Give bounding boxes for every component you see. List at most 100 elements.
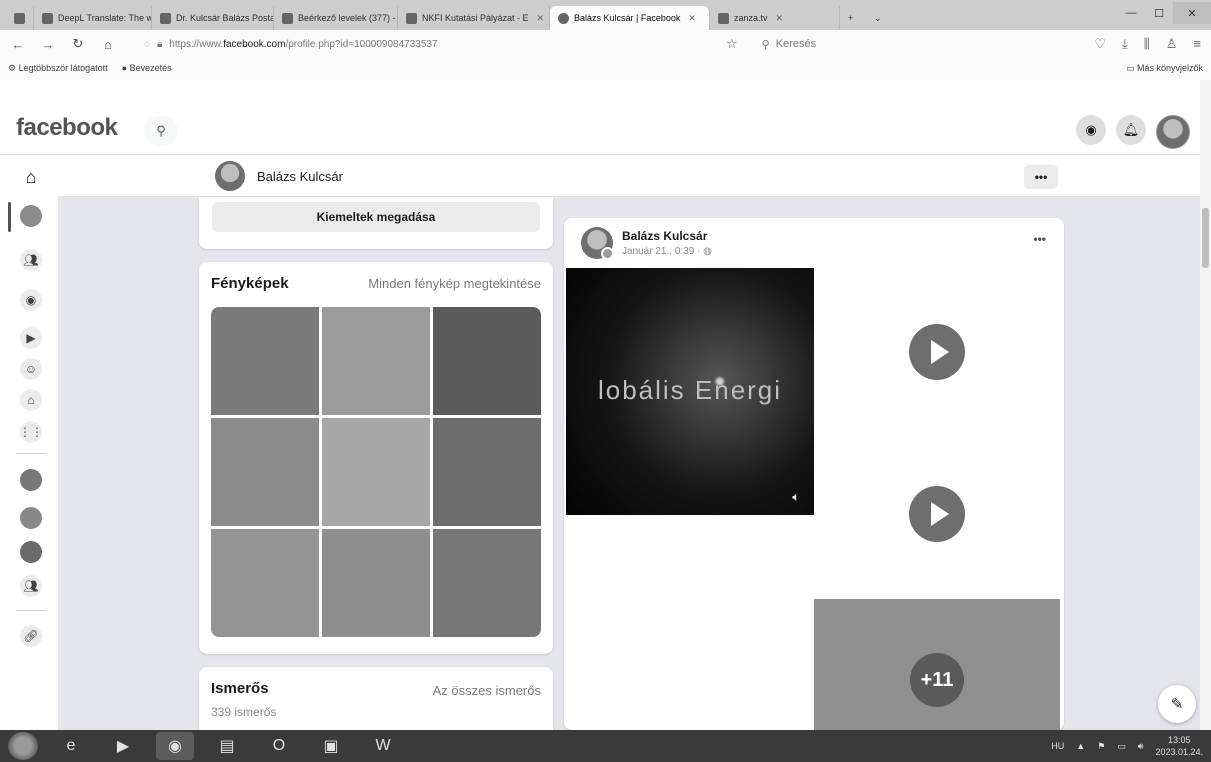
new-tab-button[interactable]: + <box>840 6 866 30</box>
browser-tab-active[interactable]: Balázs Kulcsár | Facebook ✕ <box>550 6 710 30</box>
facebook-logo[interactable]: facebook <box>16 114 118 142</box>
language-indicator[interactable]: HU <box>1051 741 1064 751</box>
photo-thumbnail[interactable] <box>433 529 541 637</box>
gmail-favicon-icon <box>282 12 293 24</box>
close-icon[interactable]: ✕ <box>537 13 545 24</box>
firefox-view-tab[interactable] <box>8 6 34 30</box>
pocket-icon[interactable]: ♡ <box>1094 36 1106 52</box>
opera-icon[interactable]: O <box>260 732 298 760</box>
reload-icon[interactable]: ↻ <box>70 36 86 52</box>
browser-tab[interactable]: NKFI Kutatási Pályázat - E ✕ <box>398 6 550 30</box>
firefox-icon[interactable]: ◉ <box>156 732 194 760</box>
profile-avatar[interactable] <box>215 161 245 191</box>
minimize-icon[interactable]: — <box>1117 2 1145 24</box>
apps-grid-icon[interactable]: ⋮⋮ <box>19 421 43 443</box>
more-media-tile[interactable]: +11 <box>814 599 1060 730</box>
browser-tab[interactable]: DeepL Translate: The wor✕ <box>34 6 152 30</box>
volume-icon[interactable]: 🔊︎ <box>1138 741 1144 752</box>
browser-search-box[interactable]: ⚲ Keresés <box>762 38 962 51</box>
photo-thumbnail[interactable] <box>433 418 541 526</box>
add-featured-button[interactable]: Kiemeltek megadása <box>212 202 540 232</box>
see-all-friends-link[interactable]: Az összes ismerős <box>433 683 541 698</box>
post-author-avatar[interactable] <box>581 227 614 260</box>
photo-thumbnail[interactable] <box>322 418 430 526</box>
see-all-photos-link[interactable]: Minden fénykép megtekintése <box>368 276 541 291</box>
firefox-icon <box>14 12 25 24</box>
start-button[interactable] <box>8 732 38 760</box>
home-icon[interactable]: ⌂ <box>100 37 116 52</box>
bookmark-getting-started[interactable]: ● Bevezetés <box>122 63 172 73</box>
group-avatar-icon[interactable] <box>20 507 42 529</box>
play-button-icon[interactable] <box>909 486 965 542</box>
facebook-search-button[interactable]: ⚲ <box>144 116 178 146</box>
bookmark-star-icon[interactable]: ☆ <box>726 36 738 52</box>
window-close-icon[interactable]: ✕ <box>1173 2 1211 24</box>
photo-thumbnail[interactable] <box>211 418 319 526</box>
tab-title: zanza.tv <box>734 13 768 23</box>
network-icon[interactable]: ▭ <box>1117 741 1126 752</box>
tab-list-button[interactable]: ⌄ <box>866 6 892 30</box>
bell-icon: 🔔︎ <box>1122 122 1140 137</box>
mute-icon[interactable]: 🔈︎ <box>792 489 800 505</box>
media-player-icon[interactable]: ▶ <box>104 732 142 760</box>
bookmark-label: Bevezetés <box>129 63 172 73</box>
group-avatar-icon[interactable] <box>20 469 42 491</box>
other-bookmarks[interactable]: ▭ Más könyvjelzők <box>1126 63 1203 74</box>
profile-name[interactable]: Balázs Kulcsár <box>257 169 343 184</box>
photo-thumbnail[interactable] <box>433 307 541 415</box>
friends-icon[interactable]: 👥︎ <box>20 249 42 271</box>
file-explorer-icon[interactable]: ▤ <box>208 732 246 760</box>
photo-thumbnail[interactable] <box>322 307 430 415</box>
profile-avatar-icon[interactable] <box>20 205 42 227</box>
notifications-button[interactable]: 🔔︎ <box>1116 115 1146 145</box>
tray-arrow-icon[interactable]: ▲ <box>1076 741 1085 751</box>
tab-title: Beérkező levelek (377) - k <box>298 13 398 23</box>
post-author-name[interactable]: Balázs Kulcsár <box>622 229 707 243</box>
compose-icon: ✎ <box>1170 696 1184 713</box>
flag-icon[interactable]: ⚑ <box>1097 741 1105 752</box>
scrollbar-thumb[interactable] <box>1202 208 1209 268</box>
account-avatar[interactable] <box>1156 115 1190 149</box>
watch-icon[interactable]: ▶ <box>20 327 42 349</box>
url-prefix: https://www. <box>169 38 224 50</box>
groups-icon[interactable]: 👥︎ <box>20 575 42 597</box>
account-icon[interactable]: ♙ <box>1166 36 1178 52</box>
bookmark-label: Legtöbbször látogatott <box>18 62 108 73</box>
back-icon[interactable]: ← <box>10 37 26 52</box>
messenger-icon[interactable]: ◉ <box>20 289 42 311</box>
link-icon[interactable]: 🔗︎ <box>20 625 42 647</box>
close-icon[interactable]: ✕ <box>776 13 784 24</box>
new-message-button[interactable]: ✎ <box>1158 685 1196 723</box>
downloads-icon[interactable]: ⤓ <box>1122 36 1128 52</box>
address-bar[interactable]: ◌ 🔒︎ https://www.facebook.com/profile.ph… <box>144 33 704 55</box>
browser-tab[interactable]: zanza.tv ✕ <box>710 6 840 30</box>
post-options-icon[interactable]: ••• <box>1033 232 1046 246</box>
clock-time: 13:05 <box>1167 735 1191 745</box>
photo-thumbnail[interactable] <box>211 529 319 637</box>
photo-thumbnail[interactable] <box>322 529 430 637</box>
page-scrollbar[interactable] <box>1200 80 1211 730</box>
memories-icon[interactable]: ☺ <box>20 358 42 380</box>
forward-icon[interactable]: → <box>40 37 56 52</box>
home-icon[interactable]: ⌂ <box>20 166 42 188</box>
close-icon[interactable]: ✕ <box>688 13 696 24</box>
marketplace-icon[interactable]: ⌂ <box>20 389 42 411</box>
post-timestamp[interactable]: Január 21., 0:39 · ◍ <box>622 246 712 257</box>
library-icon[interactable]: ⫼ <box>1144 36 1150 52</box>
play-button-icon[interactable] <box>909 324 965 380</box>
post-video[interactable]: lobális Energi 🔈︎ <box>566 268 814 515</box>
browser-tab[interactable]: Beérkező levelek (377) - k✕ <box>274 6 398 30</box>
messenger-button[interactable]: ◉ <box>1076 115 1106 145</box>
photo-thumbnail[interactable] <box>211 307 319 415</box>
tab-title: NKFI Kutatási Pályázat - E <box>422 13 529 23</box>
clock[interactable]: 13:05 2023.01.24. <box>1155 734 1203 758</box>
save-disk-icon[interactable]: ▣ <box>312 732 350 760</box>
browser-tab[interactable]: Dr. Kulcsár Balázs Posta n✕ <box>152 6 274 30</box>
bookmark-most-visited[interactable]: ⚙ Legtöbbször látogatott <box>8 63 108 74</box>
menu-icon[interactable]: ≡ <box>1193 36 1201 52</box>
word-icon[interactable]: W <box>364 732 402 760</box>
maximize-icon[interactable]: ☐ <box>1145 2 1173 24</box>
group-avatar-icon[interactable] <box>20 541 42 563</box>
profile-more-button[interactable]: ••• <box>1024 165 1058 189</box>
internet-explorer-icon[interactable]: e <box>52 732 90 760</box>
